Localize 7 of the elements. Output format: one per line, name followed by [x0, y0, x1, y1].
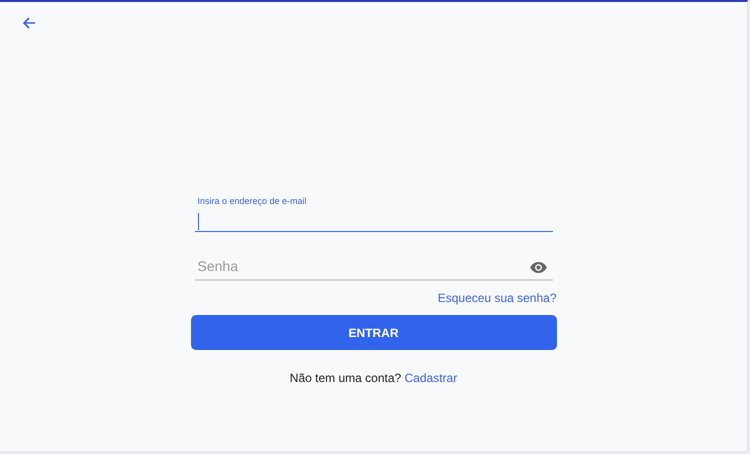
field-label: Insira o endereço de e-mail	[196, 195, 308, 208]
signup-prompt: Não tem uma conta? Cadastrar	[290, 371, 458, 385]
signup-link[interactable]: Cadastrar	[404, 371, 458, 385]
back-arrow-icon[interactable]	[22, 16, 36, 30]
forgot-password-link[interactable]: Esqueceu sua senha?	[438, 289, 556, 307]
login-button[interactable]: ENTRAR	[190, 315, 556, 350]
eye-icon[interactable]	[530, 262, 546, 273]
